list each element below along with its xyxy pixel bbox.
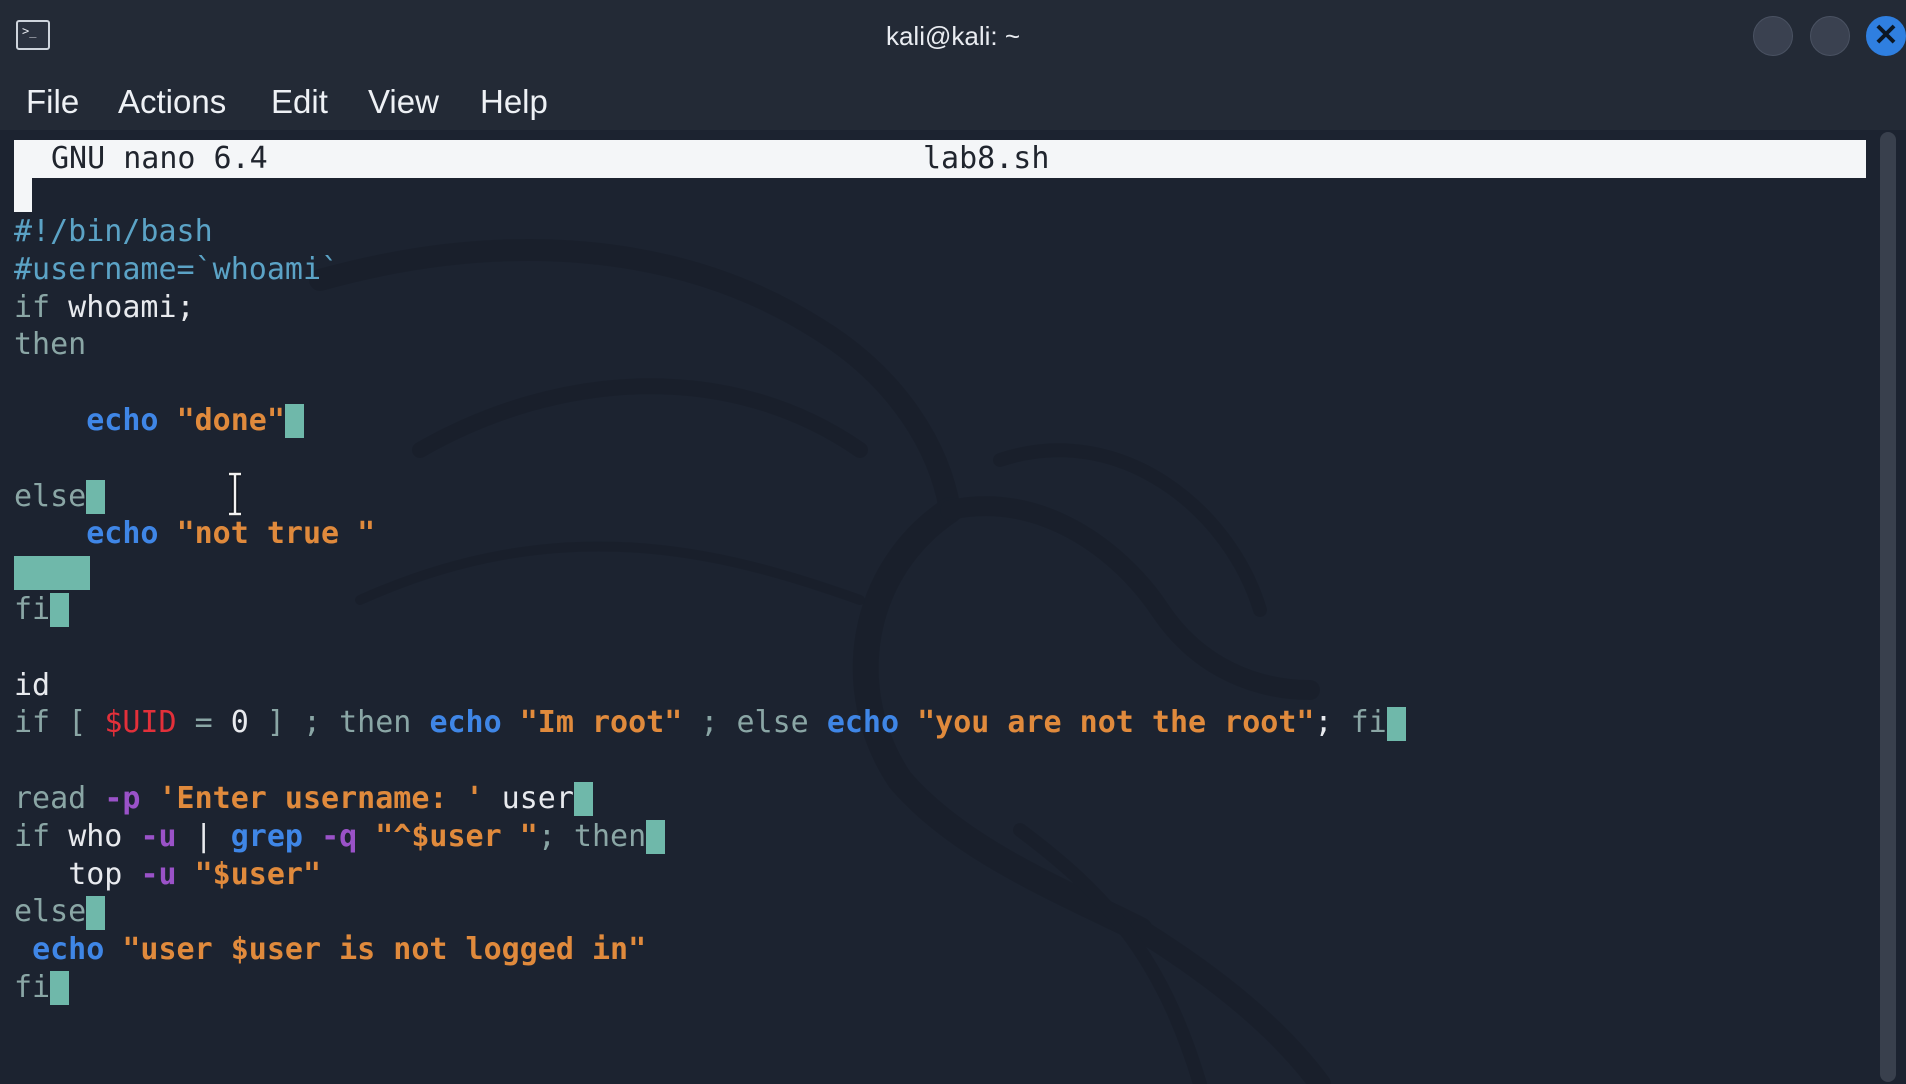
menu-file[interactable]: File — [26, 82, 79, 122]
code-number: 0 — [230, 705, 249, 741]
code-string: "done" — [176, 402, 285, 438]
vertical-scrollbar[interactable] — [1880, 132, 1896, 1082]
code-kw-if: if [ — [14, 705, 105, 741]
trailing-space-marker — [573, 782, 593, 817]
code-comment: #username=`whoami` — [14, 251, 340, 287]
code-line-3: if whoami; — [14, 289, 1406, 327]
code-pipe: | — [176, 818, 231, 854]
nano-filename: lab8.sh — [923, 141, 1050, 176]
menu-help[interactable]: Help — [480, 82, 548, 122]
code-text: user — [483, 780, 574, 816]
code-variable: $UID — [104, 705, 177, 741]
menu-actions[interactable]: Actions — [118, 82, 226, 122]
code-line-10 — [14, 553, 1406, 591]
code-string: 'Enter username: ' — [158, 780, 484, 816]
code-option: -u — [140, 856, 177, 892]
code-option: -q — [321, 818, 358, 854]
code-kw-else: else — [14, 894, 87, 930]
whitespace-marker — [14, 555, 90, 590]
window-title: kali@kali: ~ — [885, 21, 1021, 51]
nano-header-bar: GNU nano 6.4 lab8.sh — [14, 140, 1866, 178]
code-kw-fi: fi — [14, 591, 51, 627]
code-string: "you are not the root" — [917, 705, 1315, 741]
code-string: "not true " — [176, 516, 376, 552]
trailing-space-marker — [50, 971, 70, 1006]
code-string: "^$user " — [375, 818, 538, 854]
code-string: "user $user is not logged in" — [122, 932, 647, 968]
nano-version: GNU nano 6.4 — [51, 141, 268, 176]
trailing-space-marker — [86, 895, 106, 930]
code-kw-then: ; then — [537, 818, 647, 854]
code-line-17: if who -u | grep -q "^$user "; then — [14, 818, 1406, 856]
close-button[interactable]: ✕ — [1866, 16, 1906, 56]
code-text: who — [68, 818, 141, 854]
code-line-16: read -p 'Enter username: ' user — [14, 780, 1406, 818]
code-text: ; — [1314, 705, 1351, 741]
code-line-1: #!/bin/bash — [14, 213, 1406, 251]
code-cmd-echo: echo — [86, 516, 159, 552]
code-line-4: then — [14, 326, 1406, 364]
menu-bar: File Actions Edit View Help — [0, 72, 1906, 130]
code-cmd-echo: echo — [32, 932, 105, 968]
code-string: "$user" — [194, 856, 322, 892]
header-cursor-block — [14, 178, 32, 212]
code-kw-else: ; else — [682, 705, 827, 741]
code-kw-fi: fi — [1350, 705, 1387, 741]
code-line-20: echo "user $user is not logged in" — [14, 931, 1406, 969]
window-titlebar: >_ kali@kali: ~ ✕ — [0, 0, 1906, 72]
code-text: whoami; — [50, 289, 195, 325]
code-cmd-echo: echo — [429, 705, 502, 741]
trailing-space-marker — [86, 480, 106, 515]
code-cmd-echo: echo — [826, 705, 900, 741]
code-option: -u — [140, 818, 177, 854]
nano-editor[interactable]: #!/bin/bash #username=`whoami` if whoami… — [14, 213, 1406, 1007]
text-cursor-icon — [229, 472, 241, 516]
trailing-space-marker — [50, 593, 70, 628]
code-line-2: #username=`whoami` — [14, 251, 1406, 289]
code-line-13: id — [14, 667, 1406, 705]
menu-view[interactable]: View — [368, 82, 439, 122]
minimize-button[interactable] — [1753, 16, 1793, 56]
trailing-space-marker — [1386, 706, 1406, 741]
code-line-21: fi — [14, 969, 1406, 1007]
code-cmd-echo: echo — [86, 402, 159, 438]
close-icon: ✕ — [1873, 19, 1899, 52]
code-kw-else: else — [14, 478, 87, 514]
code-kw-if: if — [14, 289, 51, 325]
code-line-9: echo "not true " — [14, 515, 1406, 553]
code-line-19: else — [14, 893, 1406, 931]
maximize-button[interactable] — [1810, 16, 1850, 56]
code-shebang: #!/bin/bash — [14, 214, 213, 249]
code-line-14: if [ $UID = 0 ] ; then echo "Im root" ; … — [14, 704, 1406, 742]
code-line-6: echo "done" — [14, 402, 1406, 440]
code-line-8: else — [14, 478, 1406, 516]
code-kw-if: if — [14, 818, 69, 854]
code-string: "Im root" — [519, 705, 683, 741]
code-text: top — [68, 856, 141, 892]
trailing-space-marker — [284, 404, 304, 439]
code-line-11: fi — [14, 591, 1406, 629]
code-kw-fi: fi — [14, 969, 51, 1005]
code-kw-then: then — [14, 327, 87, 363]
code-line-18: top -u "$user" — [14, 856, 1406, 894]
code-cmd-grep: grep — [230, 818, 303, 854]
code-option: -p — [104, 780, 141, 816]
code-text: id — [14, 667, 51, 703]
trailing-space-marker — [646, 820, 666, 855]
code-kw-then: ] ; then — [248, 705, 430, 741]
menu-edit[interactable]: Edit — [271, 82, 328, 122]
code-cmd-read: read — [14, 780, 105, 816]
code-operator: = — [176, 705, 231, 741]
